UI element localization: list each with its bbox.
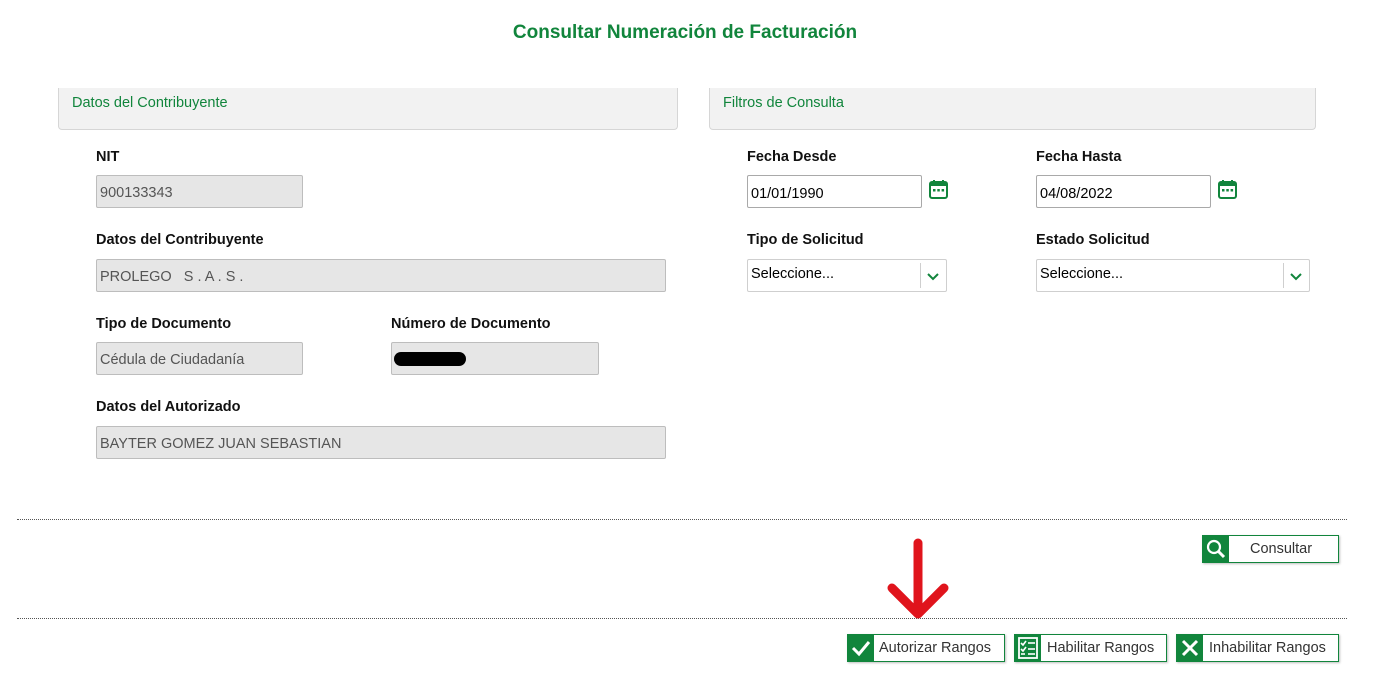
tipo-solicitud-value: Seleccione... (751, 266, 835, 282)
datos-autorizado-field: BAYTER GOMEZ JUAN SEBASTIAN (96, 426, 666, 459)
habilitar-rangos-button[interactable]: Habilitar Rangos (1014, 634, 1167, 662)
fecha-desde-label: Fecha Desde (747, 149, 837, 165)
check-icon (848, 635, 874, 661)
chevron-down-icon (927, 273, 939, 281)
search-icon (1203, 536, 1229, 562)
datos-autorizado-label: Datos del Autorizado (96, 399, 241, 415)
page-title: Consultar Numeración de Facturación (512, 22, 858, 43)
consultar-label: Consultar (1250, 541, 1313, 557)
numero-documento-label: Número de Documento (391, 316, 551, 332)
consultar-button[interactable]: Consultar (1202, 535, 1339, 563)
tipo-documento-label: Tipo de Documento (96, 316, 232, 332)
arrow-down-icon (887, 538, 949, 619)
autorizar-rangos-label: Autorizar Rangos (879, 640, 992, 656)
section-divider (17, 519, 1347, 520)
contribuyente-panel-heading: Datos del Contribuyente (72, 95, 228, 111)
redaction-mark (394, 352, 466, 366)
estado-solicitud-value: Seleccione... (1040, 266, 1124, 282)
select-separator (920, 263, 921, 288)
filtros-panel-header: Filtros de Consulta (709, 88, 1316, 130)
chevron-down-icon (1290, 273, 1302, 281)
tipo-documento-field: Cédula de Ciudadanía (96, 342, 303, 375)
habilitar-rangos-label: Habilitar Rangos (1047, 640, 1155, 656)
nit-label: NIT (96, 149, 120, 165)
calendar-icon[interactable] (1217, 179, 1238, 200)
nit-field: 900133343 (96, 175, 303, 208)
datos-contribuyente-field: PROLEGO S . A . S . (96, 259, 666, 292)
contribuyente-panel-header: Datos del Contribuyente (58, 88, 678, 130)
filtros-panel-heading: Filtros de Consulta (723, 95, 844, 111)
calendar-icon[interactable] (928, 179, 949, 200)
close-icon (1177, 635, 1203, 661)
fecha-desde-input[interactable]: 01/01/1990 (747, 175, 922, 208)
tipo-solicitud-select[interactable]: Seleccione... (747, 259, 947, 292)
estado-solicitud-label: Estado Solicitud (1036, 232, 1150, 248)
select-separator (1283, 263, 1284, 288)
fecha-hasta-label: Fecha Hasta (1036, 149, 1122, 165)
estado-solicitud-select[interactable]: Seleccione... (1036, 259, 1310, 292)
autorizar-rangos-button[interactable]: Autorizar Rangos (847, 634, 1005, 662)
tipo-solicitud-label: Tipo de Solicitud (747, 232, 864, 248)
checklist-icon (1015, 635, 1041, 661)
inhabilitar-rangos-label: Inhabilitar Rangos (1209, 640, 1326, 656)
inhabilitar-rangos-button[interactable]: Inhabilitar Rangos (1176, 634, 1339, 662)
datos-contribuyente-label: Datos del Contribuyente (96, 232, 264, 248)
section-divider (17, 618, 1347, 619)
fecha-hasta-input[interactable]: 04/08/2022 (1036, 175, 1211, 208)
